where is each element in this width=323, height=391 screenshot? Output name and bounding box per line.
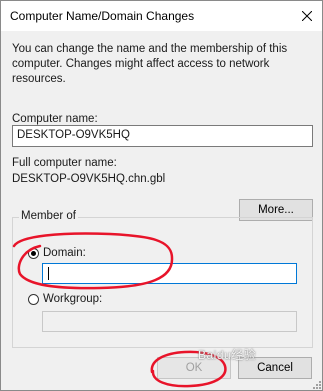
ok-button[interactable]: OK bbox=[157, 357, 231, 379]
workgroup-radio[interactable]: Workgroup: bbox=[28, 293, 102, 305]
window-title: Computer Name/Domain Changes bbox=[10, 9, 195, 23]
member-of-legend: Member of bbox=[19, 210, 78, 222]
resize-grip-icon[interactable] bbox=[311, 379, 321, 389]
title-bar: Computer Name/Domain Changes bbox=[1, 1, 322, 31]
close-button[interactable] bbox=[292, 1, 322, 31]
radio-selected-dot bbox=[31, 250, 36, 256]
dialog-window: Computer Name/Domain Changes You can cha… bbox=[0, 0, 323, 391]
cancel-button[interactable]: Cancel bbox=[238, 357, 312, 379]
close-icon bbox=[302, 11, 312, 21]
computer-name-value: DESKTOP-O9VK5HQ bbox=[17, 129, 130, 141]
workgroup-radio-label: Workgroup: bbox=[43, 293, 103, 305]
text-caret bbox=[48, 267, 49, 280]
domain-radio-label: Domain: bbox=[43, 247, 86, 259]
workgroup-radio-button[interactable] bbox=[28, 293, 39, 305]
description-text: You can change the name and the membersh… bbox=[12, 43, 288, 85]
computer-name-input[interactable]: DESKTOP-O9VK5HQ bbox=[12, 125, 313, 147]
computer-name-label: Computer name: bbox=[12, 113, 98, 125]
workgroup-input[interactable] bbox=[42, 311, 297, 332]
full-computer-name-label: Full computer name: bbox=[12, 157, 117, 169]
domain-input[interactable] bbox=[42, 263, 297, 284]
domain-radio[interactable]: Domain: bbox=[28, 247, 86, 259]
domain-radio-button[interactable] bbox=[28, 247, 39, 259]
full-computer-name-value: DESKTOP-O9VK5HQ.chn.gbl bbox=[12, 173, 166, 185]
